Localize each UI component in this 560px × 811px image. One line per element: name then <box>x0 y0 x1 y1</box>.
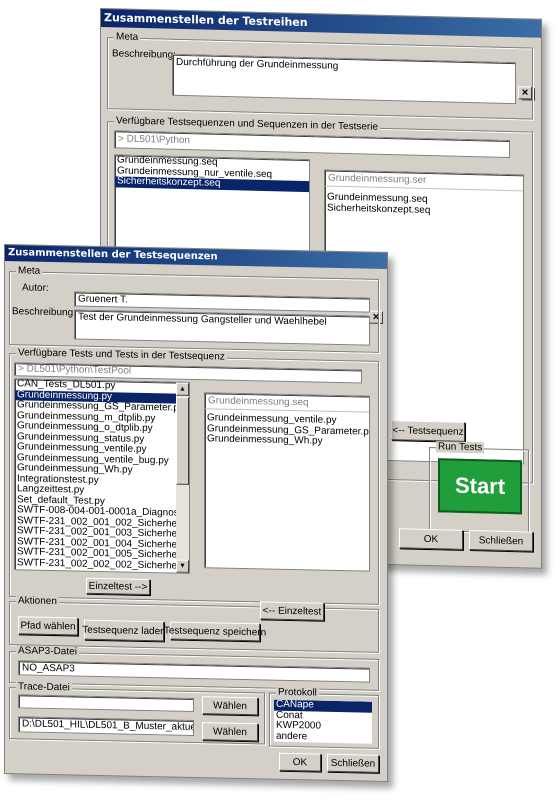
file-waehlen-button[interactable]: Wählen <box>202 722 258 742</box>
remove-sequence-button[interactable]: <-- Testsequenz <box>391 420 465 442</box>
start-button[interactable]: Start <box>438 458 522 515</box>
series-header: Grundeinmessung.ser <box>325 170 523 192</box>
protokoll-group: Protokoll CANape Conat KWP2000 andere <box>269 686 379 749</box>
meta-group: Meta Autor: Gruenert T. Beschreibung: Te… <box>9 265 379 353</box>
pfad-waehlen-button[interactable]: Pfad wählen <box>18 616 78 636</box>
testsequenz-laden-button[interactable]: Testsequenz laden <box>82 619 166 642</box>
sequence-header: Grundeinmessung.seq <box>205 393 369 413</box>
trace-field[interactable] <box>18 694 194 712</box>
meta-legend: Meta <box>114 31 141 43</box>
list-item[interactable]: andere <box>274 730 372 744</box>
run-tests-group: Run Tests Start <box>429 441 529 534</box>
remove-test-button[interactable]: <-- Einzeltest <box>260 601 324 621</box>
aktionen-legend: Aktionen <box>16 595 59 608</box>
scroll-thumb[interactable] <box>176 396 189 485</box>
sequence-list[interactable]: Grundeinmessung.seq Grundeinmessung_vent… <box>204 392 370 572</box>
aktionen-group: Aktionen <-- Einzeltest Pfad wählen Test… <box>9 595 379 653</box>
meta-legend: Meta <box>16 265 43 277</box>
available-legend: Verfügbare Tests und Tests in der Testse… <box>16 347 227 363</box>
list-item[interactable]: SWTF-231_002_002_002_Sicherheitskonzep <box>15 557 190 572</box>
close-button[interactable]: Schließen <box>327 753 379 773</box>
autor-label: Autor: <box>22 282 49 294</box>
protokoll-legend: Protokoll <box>276 686 319 699</box>
add-test-button[interactable]: Einzeltest --> <box>86 577 150 596</box>
available-group: Verfügbare Tests und Tests in der Testse… <box>9 347 379 605</box>
run-tests-legend: Run Tests <box>436 441 485 454</box>
ok-button[interactable]: OK <box>399 528 463 550</box>
close-button[interactable]: Schließen <box>469 530 533 552</box>
file-value: D:\DL501_HIL\DL501_B_Muster_aktuell\Mat <box>22 718 194 734</box>
trace-legend: Trace-Datei <box>16 681 72 694</box>
testreihen-titlebar: Zusammenstellen der Testreihen <box>101 9 541 38</box>
testsequenz-speichern-button[interactable]: Testsequenz speichern <box>164 621 266 642</box>
asap-field[interactable]: NO_ASAP3 <box>18 660 370 683</box>
beschreibung-field[interactable]: Test der Grundeinmessung Gangsteller und… <box>74 309 370 346</box>
tests-list[interactable]: CAN_Tests_DL501.py Grundeinmessung.py Gr… <box>14 378 190 574</box>
tests-scrollbar[interactable]: ▲ ▼ <box>176 382 189 573</box>
beschreibung-field[interactable]: Durchführung der Grundeinmessung <box>172 53 516 105</box>
path-value: > DL501\Python\TestPool <box>18 363 132 377</box>
scroll-down-icon[interactable]: ▼ <box>176 559 189 573</box>
close-icon[interactable]: ✕ <box>518 86 532 100</box>
beschreibung-value: Durchführung der Grundeinmessung <box>176 56 339 72</box>
path-value: > DL501\Python <box>118 133 190 147</box>
beschreibung-label: Beschreibung: <box>12 306 76 319</box>
available-legend: Verfügbare Testsequenzen und Sequenzen i… <box>114 115 381 133</box>
autor-value: Gruenert T. <box>78 293 128 306</box>
meta-group: Meta Beschreibung: Durchführung der Grun… <box>107 31 533 120</box>
testsequenzen-window: Zusammenstellen der Testsequenzen ✕ Meta… <box>4 244 388 783</box>
asap-legend: ASAP3-Datei <box>16 645 79 658</box>
ok-button[interactable]: OK <box>279 752 321 772</box>
asap-value: NO_ASAP3 <box>22 662 75 675</box>
beschreibung-value: Test der Grundeinmessung Gangsteller und… <box>78 311 327 328</box>
trace-waehlen-button[interactable]: Wählen <box>202 696 258 716</box>
beschreibung-label: Beschreibung: <box>112 48 176 61</box>
file-field[interactable]: D:\DL501_HIL\DL501_B_Muster_aktuell\Mat <box>18 716 194 736</box>
path-field[interactable]: > DL501\Python <box>114 130 510 159</box>
protokoll-list[interactable]: CANape Conat KWP2000 andere <box>274 699 372 744</box>
scroll-up-icon[interactable]: ▲ <box>176 382 189 396</box>
trace-group: Trace-Datei Wählen D:\DL501_HIL\DL501_B_… <box>9 681 265 745</box>
